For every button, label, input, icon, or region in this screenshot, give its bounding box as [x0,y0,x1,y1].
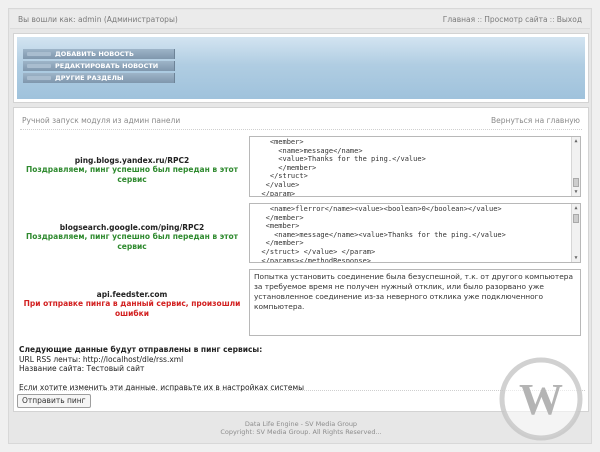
service-status: При отправке пинга в данный сервис, прои… [23,299,241,318]
response-scrollbar[interactable]: ▲ ▼ [571,137,580,196]
service-name: ping.blogs.yandex.ru/RPC2 [74,156,190,165]
scroll-up-icon[interactable]: ▲ [572,137,580,145]
summary-site-name: Название сайта: Тестовый сайт [19,364,145,374]
scroll-up-icon[interactable]: ▲ [572,204,580,212]
watermark-letter: W [519,375,563,424]
view-site-link[interactable]: Просмотр сайта [484,15,547,24]
scroll-thumb[interactable] [573,214,579,223]
back-to-main-link[interactable]: Вернуться на главную [491,116,580,125]
service-status: Поздравляем, пинг успешно был передан в … [25,165,239,184]
service-info: ping.blogs.yandex.ru/RPC2 Поздравляем, п… [14,156,250,185]
quick-menu: ДОБАВИТЬ НОВОСТЬ РЕДАКТИРОВАТЬ НОВОСТИ Д… [23,49,175,85]
response-scrollbar[interactable]: ▲ ▼ [571,204,580,262]
logout-link[interactable]: Выход [557,15,582,24]
send-ping-button[interactable]: Отправить пинг [17,394,91,408]
service-name: api.feedster.com [96,290,168,299]
ping-summary: Следующие данные будут отправлены в пинг… [19,345,304,392]
menu-item-other-sections[interactable]: ДРУГИЕ РАЗДЕЛЫ [23,73,175,83]
scroll-down-icon[interactable]: ▼ [572,188,580,196]
watermark-logo-icon: W [499,357,583,441]
login-info: Вы вошли как: admin (Администраторы) [18,15,178,24]
service-response-textarea[interactable]: Попытка установить соединение была безус… [249,269,581,336]
response-text: Попытка установить соединение была безус… [254,272,573,311]
summary-heading: Следующие данные будут отправлены в пинг… [19,345,263,354]
panel-title: Ручной запуск модуля из админ панели [22,116,181,125]
service-status: Поздравляем, пинг успешно был передан в … [25,232,239,251]
response-text: <member> <name>message</name> <value>Tha… [261,138,426,197]
service-response-textarea[interactable]: <member> <name>message</name> <value>Tha… [249,136,581,197]
service-info: blogsearch.google.com/ping/RPC2 Поздравл… [14,223,250,252]
panel-header: Ручной запуск модуля из админ панели Вер… [20,108,582,130]
menu-item-edit-news[interactable]: РЕДАКТИРОВАТЬ НОВОСТИ [23,61,175,71]
scroll-thumb[interactable] [573,178,579,187]
top-links: Главная:: Просмотр сайта:: Выход [442,15,582,24]
service-name: blogsearch.google.com/ping/RPC2 [59,223,205,232]
menu-item-add-news[interactable]: ДОБАВИТЬ НОВОСТЬ [23,49,175,59]
header-banner-box: ДОБАВИТЬ НОВОСТЬ РЕДАКТИРОВАТЬ НОВОСТИ Д… [13,33,589,103]
service-response-textarea[interactable]: <name>flerror</name><value><boolean>0</b… [249,203,581,263]
top-bar: Вы вошли как: admin (Администраторы) Гла… [10,10,590,29]
response-text: <name>flerror</name><value><boolean>0</b… [261,205,506,263]
header-banner: ДОБАВИТЬ НОВОСТЬ РЕДАКТИРОВАТЬ НОВОСТИ Д… [17,37,585,99]
scroll-down-icon[interactable]: ▼ [572,254,580,262]
service-info: api.feedster.com При отправке пинга в да… [14,290,250,319]
summary-rss-url: URL RSS ленты: http://localhost/dle/rss.… [19,354,184,364]
home-link[interactable]: Главная [443,15,475,24]
